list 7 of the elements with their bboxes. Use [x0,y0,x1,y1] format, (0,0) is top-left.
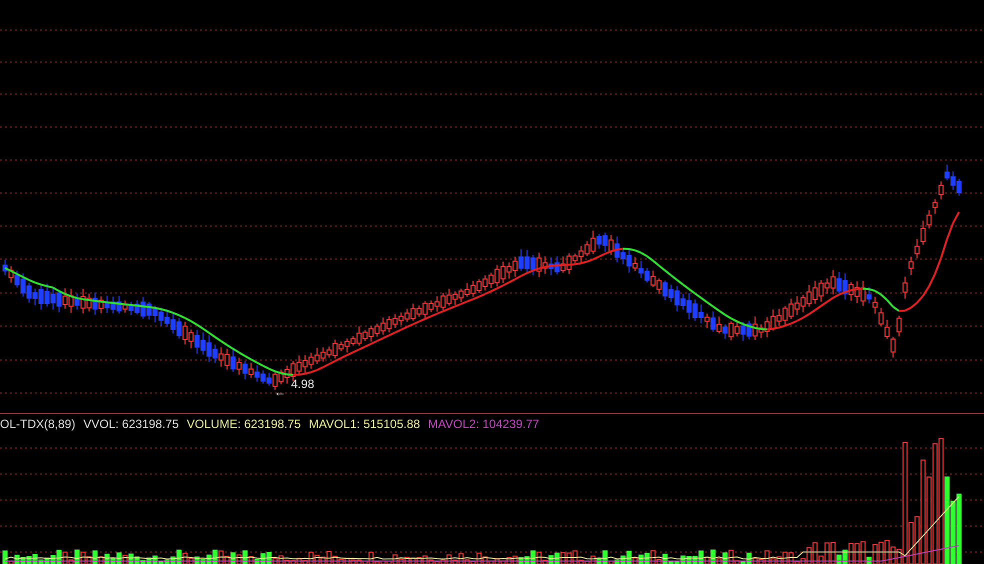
indicator-value: MAVOL1: 515105.88 [308,417,420,431]
low-price-arrow: ← [274,386,286,398]
indicator-value: VVOL: 623198.75 [83,417,179,431]
low-price-label: 4.98 [291,377,314,391]
indicator-value: VOLUME: 623198.75 [186,417,301,431]
indicator-value: OL-TDX(8,89) [0,417,76,431]
indicator-value: MAVOL2: 104239.77 [428,417,540,431]
